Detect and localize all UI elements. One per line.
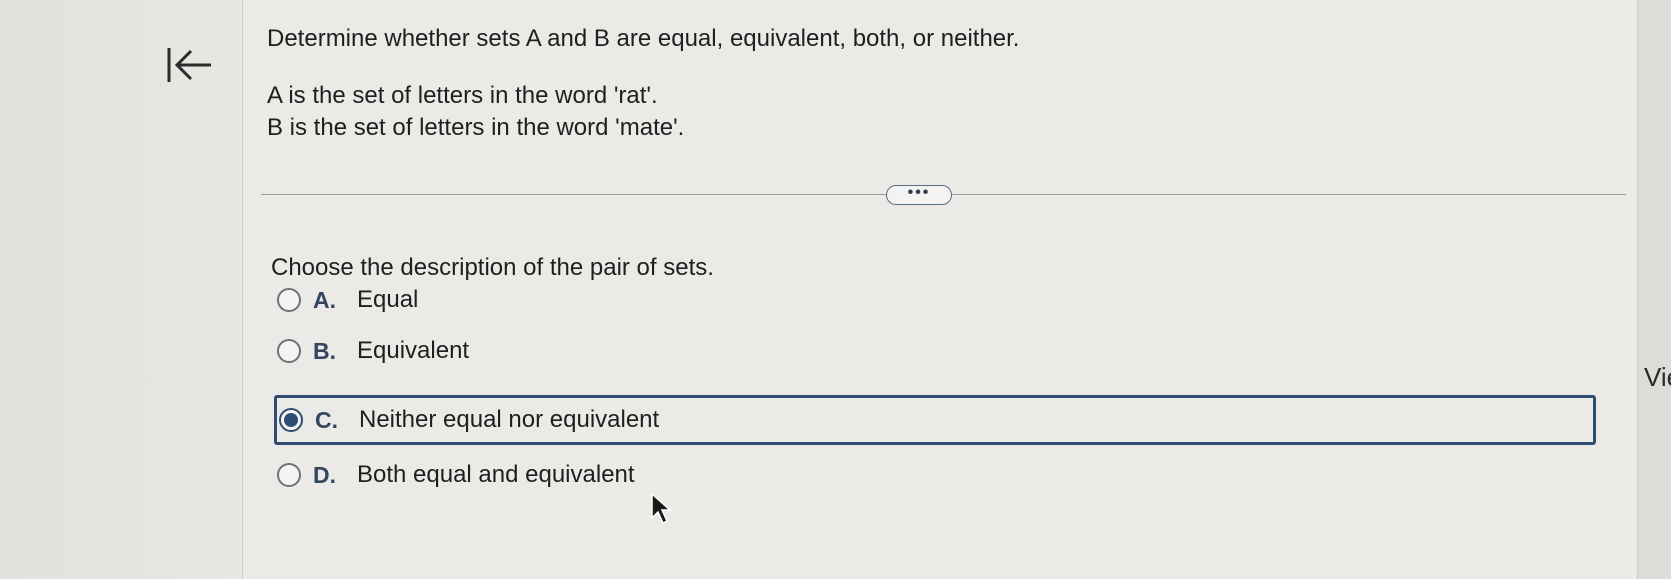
choice-c[interactable]: C. Neither equal nor equivalent [274,395,1596,445]
right-side-panel[interactable]: Vie [1637,0,1671,579]
choice-b[interactable]: B. Equivalent [271,328,1601,374]
more-dots-icon: ••• [907,184,931,201]
choice-letter-b: B. [313,337,336,364]
radio-button-b[interactable] [277,339,301,363]
choice-letter-a: A. [313,286,336,313]
question-text: Determine whether sets A and B are equal… [267,25,1020,52]
choice-text-c: Neither equal nor equivalent [359,406,660,433]
collapse-left-icon [167,48,211,82]
radio-selected-dot [284,413,298,427]
expand-more-button[interactable]: ••• [886,185,952,205]
radio-button-a[interactable] [277,288,301,312]
set-a-definition: A is the set of letters in the word 'rat… [267,82,658,109]
choice-text-b: Equivalent [357,337,470,364]
radio-button-d[interactable] [277,463,301,487]
mouse-cursor-icon [651,492,672,525]
choice-text-a: Equal [357,286,419,313]
choice-d[interactable]: D. Both equal and equivalent [271,452,1601,498]
collapse-panel-button[interactable] [160,40,220,90]
set-definitions: A is the set of letters in the word 'rat… [267,80,684,144]
left-rail [0,0,243,579]
choice-a[interactable]: A. Equal [271,277,1601,323]
choice-letter-c: C. [315,406,338,433]
side-panel-label[interactable]: Vie [1644,362,1671,393]
radio-button-c[interactable] [279,408,303,432]
choice-text-d: Both equal and equivalent [357,461,635,488]
question-panel: Determine whether sets A and B are equal… [243,0,1636,579]
set-b-definition: B is the set of letters in the word 'mat… [267,114,685,141]
choice-letter-d: D. [313,461,336,488]
